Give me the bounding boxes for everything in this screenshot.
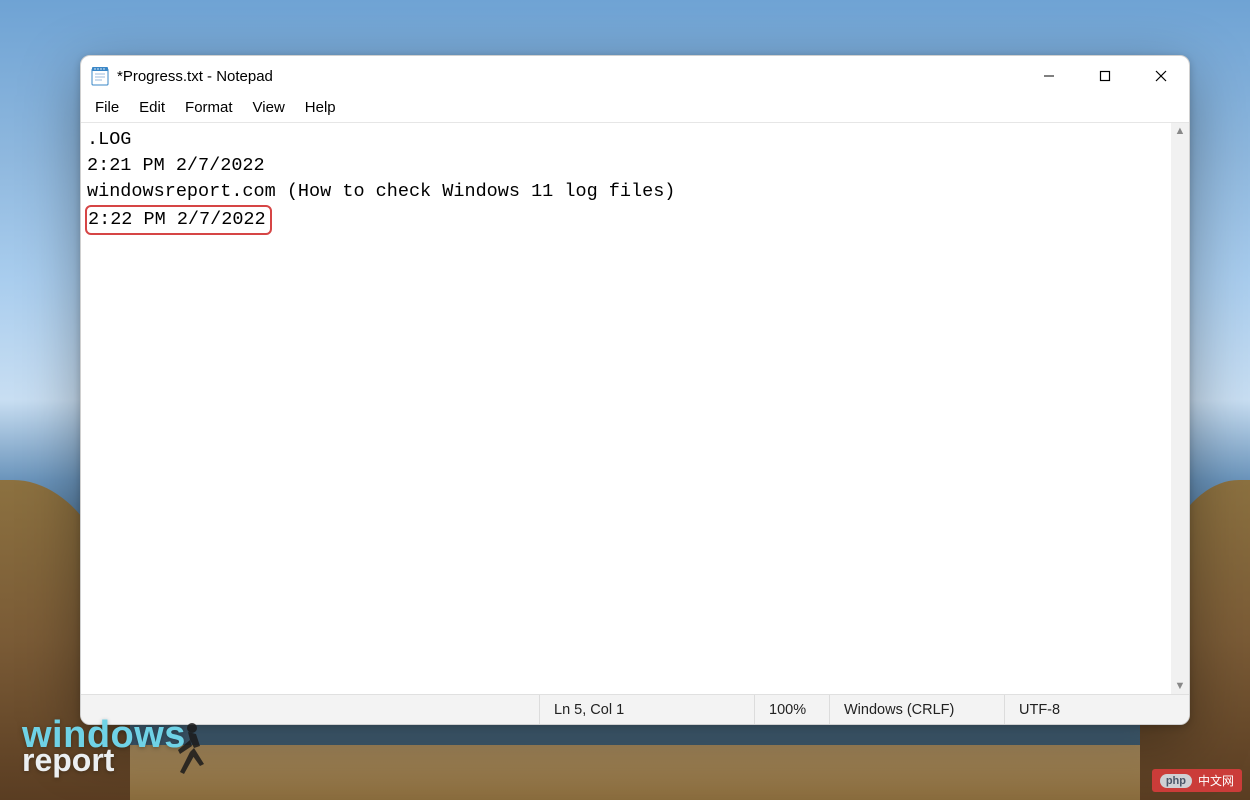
window-title: *Progress.txt - Notepad (117, 68, 273, 85)
php-label: 中文网 (1198, 772, 1234, 789)
menu-file[interactable]: File (85, 97, 129, 118)
doc-line-1: .LOG (87, 129, 131, 150)
notepad-window: *Progress.txt - Notepad File Edit (80, 55, 1190, 725)
editor-area: .LOG 2:21 PM 2/7/2022 windowsreport.com … (81, 123, 1189, 695)
menubar: File Edit Format View Help (81, 96, 1189, 123)
runner-silhouette (170, 720, 210, 780)
menu-help[interactable]: Help (295, 97, 346, 118)
window-controls (1021, 56, 1189, 96)
status-position: Ln 5, Col 1 (539, 695, 754, 724)
menu-format[interactable]: Format (175, 97, 243, 118)
vertical-scrollbar[interactable]: ▲ ▼ (1171, 123, 1189, 694)
status-line-ending: Windows (CRLF) (829, 695, 1004, 724)
close-icon (1155, 70, 1167, 82)
minimize-button[interactable] (1021, 56, 1077, 96)
menu-view[interactable]: View (243, 97, 295, 118)
status-encoding: UTF-8 (1004, 695, 1189, 724)
watermark-windowsreport: windows report (22, 720, 186, 774)
doc-line-2: 2:21 PM 2/7/2022 (87, 155, 265, 176)
maximize-icon (1099, 70, 1111, 82)
scroll-down-icon[interactable]: ▼ (1175, 680, 1186, 692)
php-pill: php (1160, 774, 1192, 788)
doc-line-3: windowsreport.com (How to check Windows … (87, 181, 675, 202)
scroll-up-icon[interactable]: ▲ (1175, 125, 1186, 137)
status-zoom: 100% (754, 695, 829, 724)
close-button[interactable] (1133, 56, 1189, 96)
menu-edit[interactable]: Edit (129, 97, 175, 118)
notepad-icon (91, 66, 109, 86)
titlebar[interactable]: *Progress.txt - Notepad (81, 56, 1189, 96)
text-editor[interactable]: .LOG 2:21 PM 2/7/2022 windowsreport.com … (81, 123, 1171, 694)
watermark-php-cn: php 中文网 (1152, 769, 1242, 792)
maximize-button[interactable] (1077, 56, 1133, 96)
statusbar: Ln 5, Col 1 100% Windows (CRLF) UTF-8 (81, 695, 1189, 724)
doc-line-4-highlight: 2:22 PM 2/7/2022 (85, 205, 272, 235)
minimize-icon (1043, 70, 1055, 82)
